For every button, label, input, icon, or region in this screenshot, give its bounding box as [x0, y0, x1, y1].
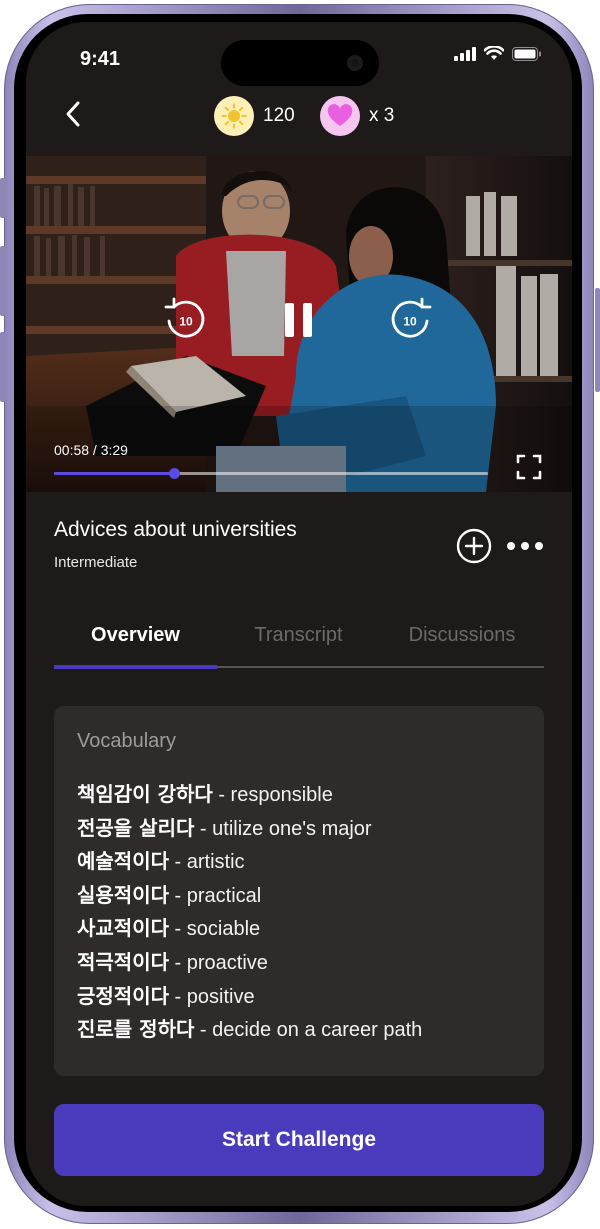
vocabulary-english: - practical: [169, 884, 262, 907]
vocabulary-english: - sociable: [169, 918, 261, 941]
rewind-10-icon: 10: [164, 297, 205, 338]
heart-counter: x 3: [320, 96, 394, 136]
volume-down-button: [0, 332, 5, 402]
video-time: 00:58 / 3:29: [54, 442, 128, 458]
vocabulary-item: 긍정적이다 - positive: [77, 980, 422, 1014]
lesson-level: Intermediate: [54, 554, 138, 571]
action-button: [0, 178, 5, 218]
coin-count: 120: [263, 105, 295, 126]
vocabulary-korean: 실용적이다: [77, 882, 169, 907]
rewind-button[interactable]: 10: [162, 297, 208, 343]
plus-circle-icon: [456, 528, 492, 564]
heart-icon: [327, 104, 353, 126]
vocabulary-korean: 책임감이 강하다: [77, 782, 213, 806]
vocabulary-item: 책임감이 강하다 - responsible: [77, 778, 422, 812]
power-button: [595, 288, 600, 392]
tab-bar: Overview Transcript Discussions: [54, 618, 544, 669]
vocabulary-korean: 전공을 살리다: [77, 815, 195, 840]
lesson-title: Advices about universities: [54, 518, 297, 541]
vocabulary-item: 진로를 정하다 - decide on a career path: [77, 1013, 422, 1047]
vocabulary-korean: 예술적이다: [77, 849, 169, 874]
pause-icon: [285, 303, 312, 337]
vocabulary-korean: 적극적이다: [77, 949, 169, 974]
heart-count: x 3: [369, 105, 395, 126]
vocabulary-english: - utilize one's major: [194, 817, 372, 840]
vocabulary-english: - responsible: [212, 784, 333, 806]
vocabulary-title: Vocabulary: [77, 730, 176, 752]
volume-up-button: [0, 246, 5, 316]
fullscreen-icon: [516, 454, 542, 480]
add-button[interactable]: [456, 528, 492, 564]
vocabulary-english: - positive: [169, 985, 255, 1008]
vocabulary-list: 책임감이 강하다 - responsible 전공을 살리다 - utilize…: [77, 778, 422, 1047]
vocabulary-card: Vocabulary 책임감이 강하다 - responsible 전공을 살리…: [54, 706, 544, 1076]
coin-counter: 120: [214, 96, 295, 136]
forward-button[interactable]: 10: [388, 297, 434, 343]
vocabulary-item: 전공을 살리다 - utilize one's major: [77, 812, 422, 846]
vocabulary-korean: 진로를 정하다: [77, 1017, 195, 1042]
app-screen: 9:41 120 x 3 10 10 00:58 / 3:29 Advices …: [26, 22, 572, 1206]
video-progress-fill: [54, 472, 175, 475]
chevron-left-icon: [66, 101, 80, 127]
tab-transcript[interactable]: Transcript: [217, 618, 380, 664]
fullscreen-button[interactable]: [516, 454, 542, 480]
more-options-button[interactable]: [506, 536, 544, 556]
forward-seconds: 10: [403, 315, 417, 329]
vocabulary-item: 실용적이다 - practical: [77, 879, 422, 913]
battery-icon: [512, 46, 541, 61]
forward-10-icon: 10: [391, 297, 432, 338]
vocabulary-item: 적극적이다 - proactive: [77, 946, 422, 980]
heart-badge: [320, 96, 360, 136]
video-progress-bar[interactable]: [54, 468, 488, 479]
tab-active-indicator: [54, 665, 217, 669]
vocabulary-item: 예술적이다 - artistic: [77, 845, 422, 879]
vocabulary-korean: 사교적이다: [77, 916, 169, 941]
coin-badge: [214, 96, 254, 136]
back-button[interactable]: [62, 100, 86, 128]
status-time: 9:41: [80, 48, 121, 70]
video-player[interactable]: 10 10 00:58 / 3:29: [26, 156, 572, 492]
more-horizontal-icon: [507, 542, 543, 550]
vocabulary-english: - artistic: [169, 851, 245, 874]
tab-overview[interactable]: Overview: [54, 618, 217, 664]
vocabulary-english: - decide on a career path: [194, 1019, 423, 1042]
pause-button[interactable]: [282, 301, 316, 339]
status-icons: [454, 46, 542, 61]
rewind-seconds: 10: [179, 315, 193, 329]
vocabulary-korean: 긍정적이다: [77, 983, 169, 1008]
vocabulary-item: 사교적이다 - sociable: [77, 912, 422, 946]
start-challenge-button[interactable]: Start Challenge: [54, 1104, 544, 1176]
tab-discussions[interactable]: Discussions: [380, 618, 544, 664]
wifi-icon: [484, 46, 504, 60]
vocabulary-english: - proactive: [169, 951, 268, 974]
dynamic-island: [221, 40, 379, 86]
cellular-signal-icon: [454, 46, 476, 61]
front-camera: [347, 55, 363, 71]
sun-icon: [221, 103, 247, 129]
